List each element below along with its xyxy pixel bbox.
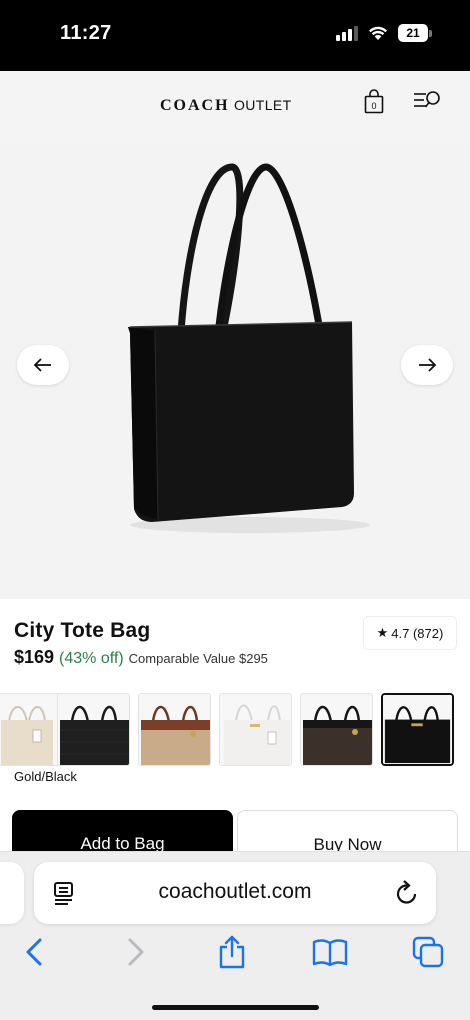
product-price: $169 [14,647,55,667]
browser-toolbar: coachoutlet.com [0,851,470,1020]
back-button[interactable] [16,934,52,970]
selected-color-name: Gold/Black [14,769,77,784]
previous-image-button[interactable] [17,345,69,385]
product-title: City Tote Bag [14,619,151,642]
shopping-bag-button[interactable]: 0 [363,89,385,115]
swatch-black-signature[interactable] [57,693,130,766]
star-icon: ★ [376,625,389,640]
cellular-signal-icon [336,25,358,41]
product-info: City Tote Bag $169 (43% off) Comparable … [0,599,470,860]
cart-count: 0 [371,101,376,111]
tabs-button[interactable] [410,934,446,970]
menu-search-icon [414,91,440,108]
status-time: 11:27 [60,22,112,44]
battery-level: 21 [398,24,428,42]
logo-outlet: OUTLET [233,97,292,113]
share-button[interactable] [214,934,250,970]
address-bar[interactable]: coachoutlet.com [34,862,436,924]
menu-search-button[interactable] [412,89,442,113]
swatch-white-signature[interactable] [219,693,292,766]
previous-tab-preview[interactable] [0,862,24,924]
color-swatches [0,692,470,768]
swatch-khaki-signature[interactable] [138,693,211,766]
status-bar: 11:27 21 [0,0,470,71]
swatch-brown-black-signature[interactable] [300,693,373,766]
share-icon [219,935,245,969]
status-icons: 21 [336,24,432,42]
comparable-value: Comparable Value $295 [128,651,268,666]
arrow-left-icon [33,358,51,372]
rating-value: 4.7 (872) [391,625,444,641]
next-image-button[interactable] [401,345,453,385]
price-row: $169 (43% off) Comparable Value $295 [14,647,268,668]
logo-brand: COACH [160,97,230,114]
url-text: coachoutlet.com [158,880,312,903]
product-image [128,163,370,533]
tabs-icon [412,936,444,968]
coach-outlet-logo[interactable]: COACH OUTLET [160,97,292,115]
discount-label: (43% off) [59,650,124,667]
rating-badge[interactable]: ★ 4.7 (872) [364,617,456,649]
book-icon [312,939,348,967]
forward-button[interactable] [118,934,154,970]
swatch-gold-black-selected[interactable] [381,693,454,766]
wifi-icon [369,26,387,40]
swatch-chalk-signature[interactable] [0,693,61,766]
chevron-left-icon [26,938,42,966]
site-header: COACH OUTLET 0 [0,71,470,137]
bookmarks-button[interactable] [312,934,348,970]
product-image-carousel[interactable] [0,137,470,599]
chevron-right-icon [128,938,144,966]
home-indicator[interactable] [152,1005,319,1010]
shopping-bag-icon: 0 [364,89,384,114]
arrow-right-icon [419,358,437,372]
reload-icon[interactable] [394,879,420,907]
battery-icon: 21 [398,24,432,42]
